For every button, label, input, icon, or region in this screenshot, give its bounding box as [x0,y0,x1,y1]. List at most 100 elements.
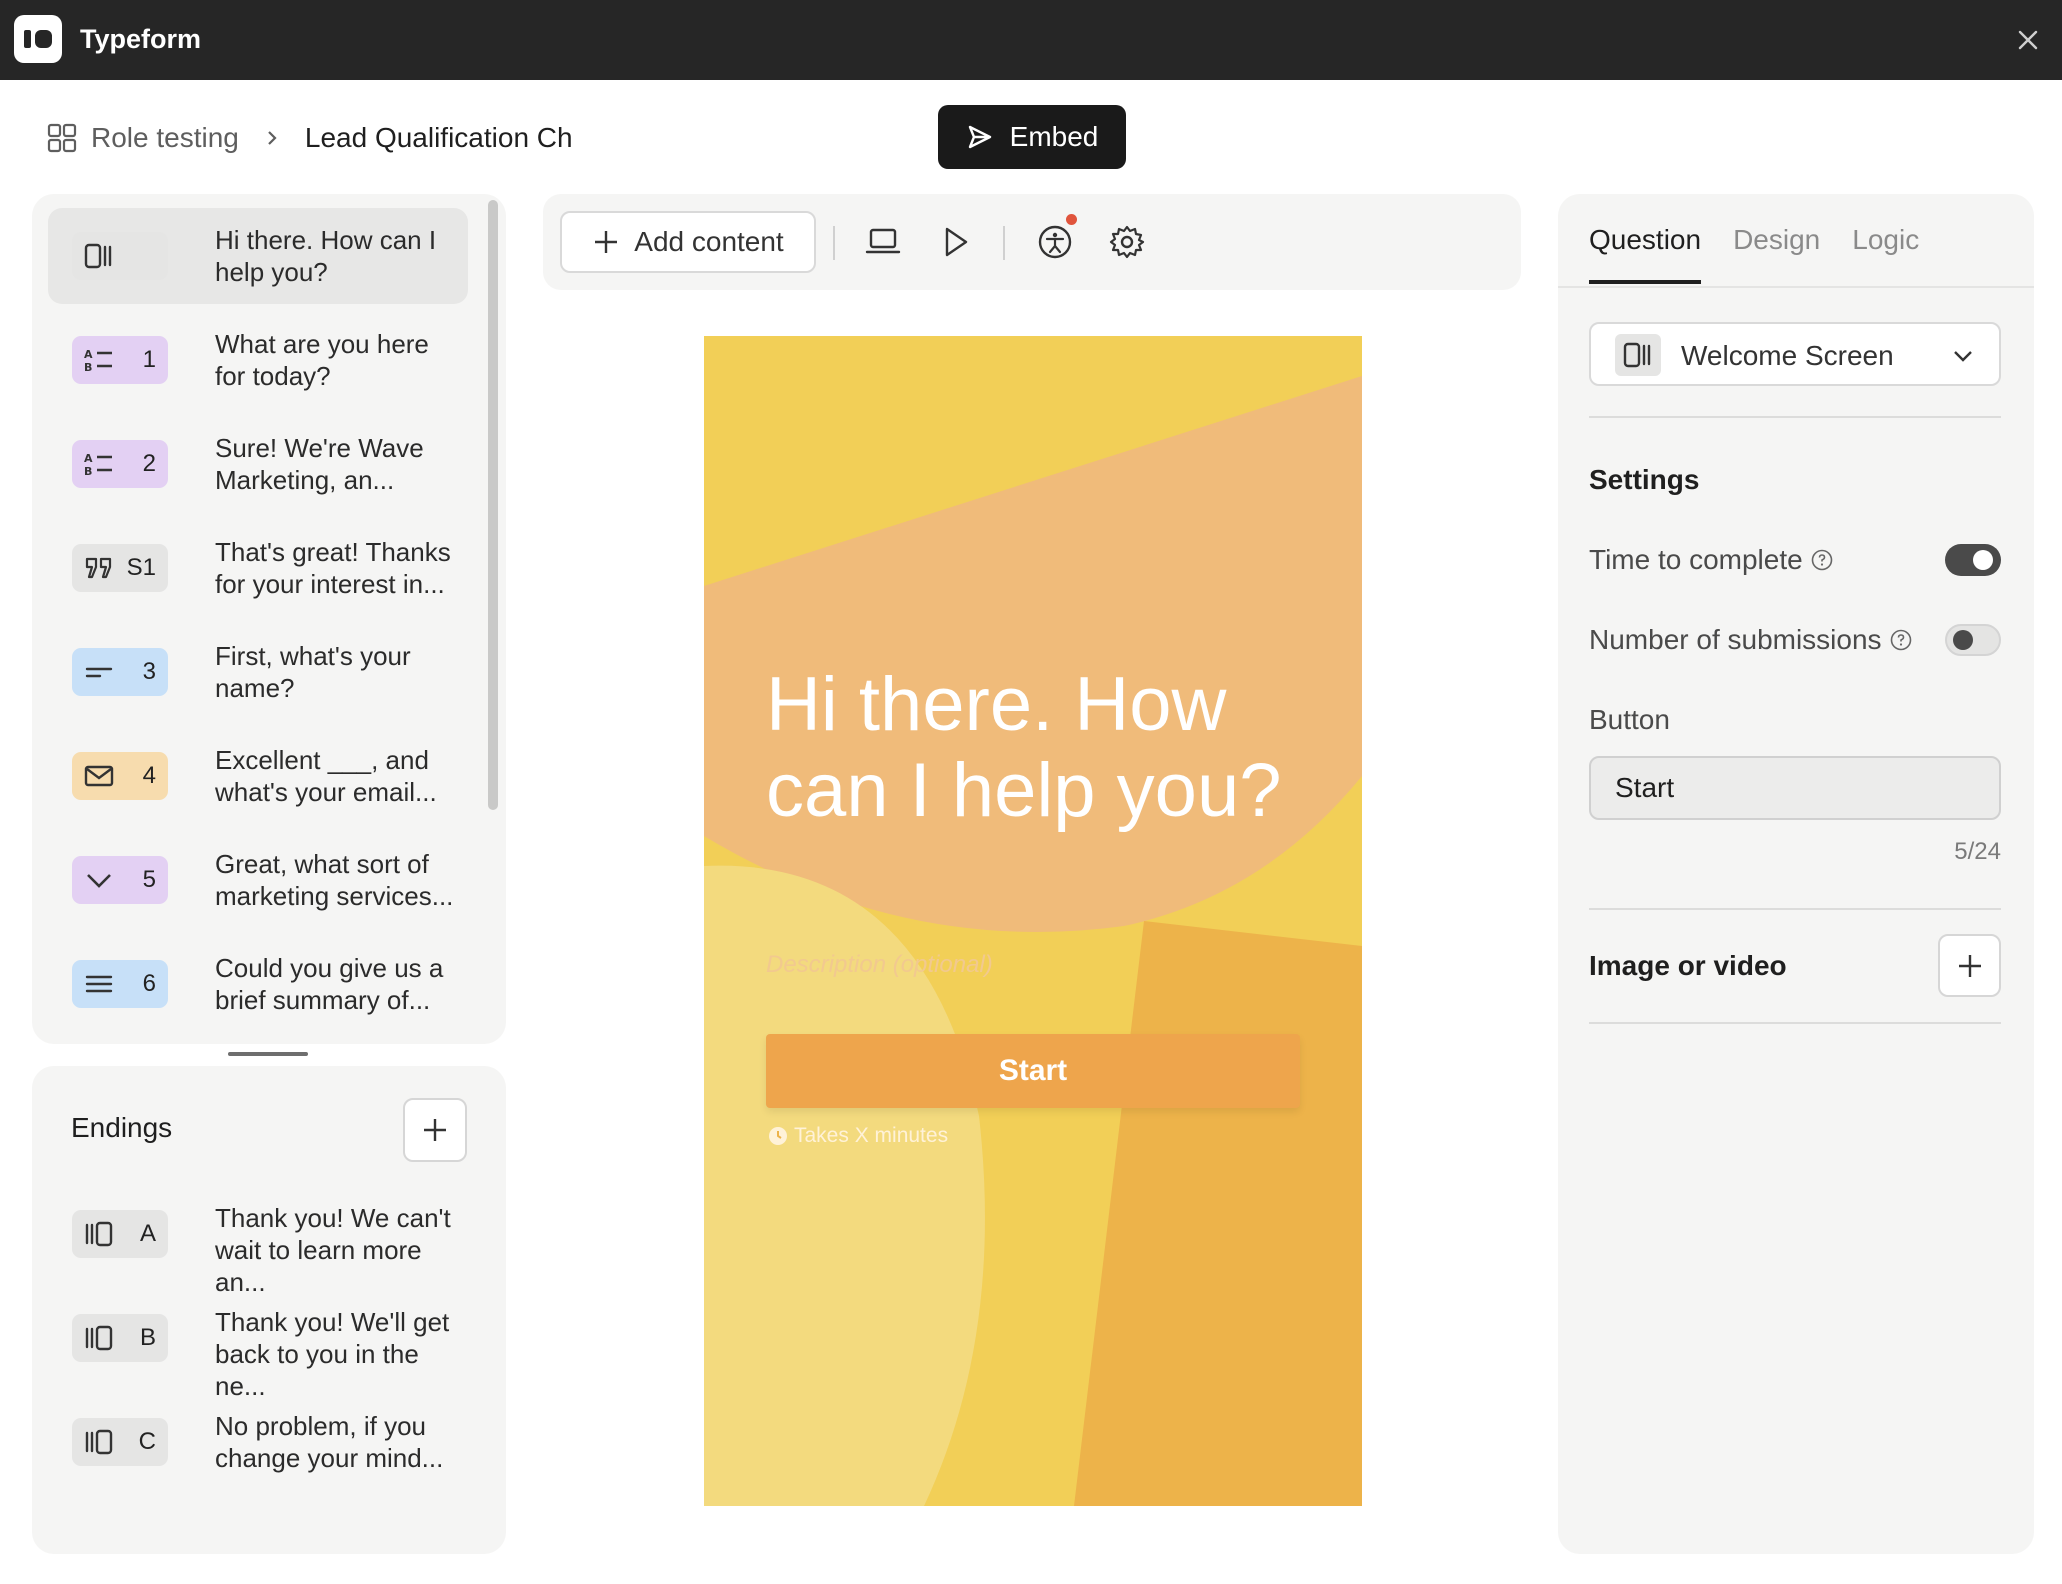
play-preview-icon[interactable] [933,220,977,264]
welcome-screen-icon [84,243,114,269]
add-content-button[interactable]: Add content [560,211,816,273]
clock-icon [769,1127,787,1145]
panel-resize-handle[interactable] [228,1052,308,1056]
help-icon[interactable] [1811,549,1833,571]
preview-start-button[interactable]: Start [766,1034,1300,1108]
ending-title: Thank you! We can't wait to learn more a… [215,1203,451,1297]
gear-icon[interactable] [1105,220,1149,264]
section-divider [1589,908,2001,910]
email-icon [84,763,114,789]
chevron-down-icon [1954,351,1972,362]
question-item[interactable]: 4 Excellent ___, and what's your email... [48,728,468,824]
embed-button[interactable]: Embed [938,105,1126,169]
question-number: 4 [142,762,156,789]
question-list-scrollbar[interactable] [488,200,498,810]
ending-number: B [139,1324,156,1351]
preview-time-text: Takes X minutes [794,1124,949,1147]
properties-tabs: Question Design Logic [1589,224,1919,284]
send-icon [968,125,991,149]
endings-panel: Endings A Thank you! We can't wait to lea… [32,1066,506,1554]
dropdown-icon [84,867,114,893]
editor-toolbar: Add content [543,194,1521,290]
embed-label: Embed [1009,121,1099,152]
app-title: Typeform [80,24,202,54]
number-of-submissions-toggle[interactable] [1945,624,2001,656]
preview-description-placeholder[interactable]: Description (optional) [766,951,993,979]
question-type-label: Welcome Screen [1681,340,1894,371]
question-title: Sure! We're Wave Marketing, an... [215,433,424,495]
add-content-label: Add content [634,226,784,257]
tabs-divider [1558,286,2034,288]
ending-badge: C [72,1418,168,1466]
image-or-video-label: Image or video [1589,950,1787,981]
time-to-complete-toggle[interactable] [1945,544,2001,576]
help-icon[interactable] [1890,629,1912,651]
preview-title[interactable]: Hi there. How can I help you? [766,662,1306,834]
endings-title: Endings [71,1112,173,1143]
question-item[interactable]: 3 First, what's your name? [48,624,468,720]
ending-title: Thank you! We'll get back to you in the … [215,1307,450,1401]
breadcrumb-form-title[interactable]: Lead Qualification Ch [305,122,605,154]
question-type-select[interactable]: Welcome Screen [1589,322,2001,386]
question-badge: S1 [72,544,168,592]
ending-title: No problem, if you change your mind... [215,1411,444,1473]
question-badge: 4 [72,752,168,800]
svg-text:B: B [84,361,92,373]
button-text-input[interactable] [1589,756,2001,820]
ending-badge: A [72,1210,168,1258]
tab-question[interactable]: Question [1589,224,1702,284]
long-text-icon [84,971,114,997]
number-of-submissions-row: Number of submissions [1589,624,1912,656]
tab-logic[interactable]: Logic [1852,224,1919,284]
tab-design[interactable]: Design [1733,224,1820,284]
plus-icon [1958,954,1981,977]
question-item[interactable]: 6 Could you give us a brief summary of... [48,936,468,1032]
time-to-complete-row: Time to complete [1589,544,1833,576]
question-badge: 3 [72,648,168,696]
question-item[interactable]: Hi there. How can I help you? [48,208,468,304]
preview-background-shapes [704,336,1362,1506]
ending-screen-icon [84,1325,114,1351]
add-ending-button[interactable] [403,1098,467,1162]
close-icon[interactable] [2010,22,2046,58]
question-number: 2 [142,450,156,477]
question-number: 1 [142,346,156,373]
question-item[interactable]: 5 Great, what sort of marketing services.… [48,832,468,928]
form-preview: Hi there. How can I help you? Descriptio… [704,336,1362,1506]
question-title: Excellent ___, and what's your email... [215,745,437,807]
desktop-preview-icon[interactable] [861,220,905,264]
accessibility-icon[interactable] [1033,220,1077,264]
preview-time-estimate: Takes X minutes [768,1124,948,1148]
ending-number: C [138,1428,156,1455]
question-badge: 6 [72,960,168,1008]
notification-dot [1066,214,1077,225]
ending-badge: B [72,1314,168,1362]
breadcrumb: Role testing Lead Qualification Ch [47,116,605,160]
ending-screen-icon [84,1429,114,1455]
section-divider [1589,1022,2001,1024]
plus-icon [595,231,618,253]
question-number: S1 [126,554,156,581]
question-badge [72,232,168,280]
ending-item[interactable]: A Thank you! We can't wait to learn more … [48,1186,468,1297]
breadcrumb-workspace[interactable]: Role testing [91,122,239,154]
workspace-grid-icon[interactable] [47,123,77,153]
number-of-submissions-label: Number of submissions [1589,624,1882,655]
question-item[interactable]: S1 That's great! Thanks for your interest… [48,520,468,616]
properties-panel: Question Design Logic Welcome Screen Set… [1558,194,2034,1554]
question-number: 3 [142,658,156,685]
question-badge: 5 [72,856,168,904]
question-item[interactable]: A B 1 What are you here for today? [48,312,468,408]
ending-item[interactable]: C No problem, if you change your mind... [48,1394,468,1490]
button-text-label: Button [1589,704,1670,735]
question-item[interactable]: A B 2 Sure! We're Wave Marketing, an... [48,416,468,512]
character-count: 5/24 [1954,838,2001,865]
ending-number: A [139,1220,156,1247]
add-media-button[interactable] [1938,934,2001,997]
ending-item[interactable]: B Thank you! We'll get back to you in the… [48,1290,468,1401]
question-list: Hi there. How can I help you? A B 1 What are… [48,208,468,1040]
question-title: Great, what sort of marketing services..… [215,849,454,911]
question-list-panel: Hi there. How can I help you? A B 1 What are… [32,194,506,1044]
svg-text:A: A [84,452,93,465]
endings-list: A Thank you! We can't wait to learn more … [48,1186,468,1498]
